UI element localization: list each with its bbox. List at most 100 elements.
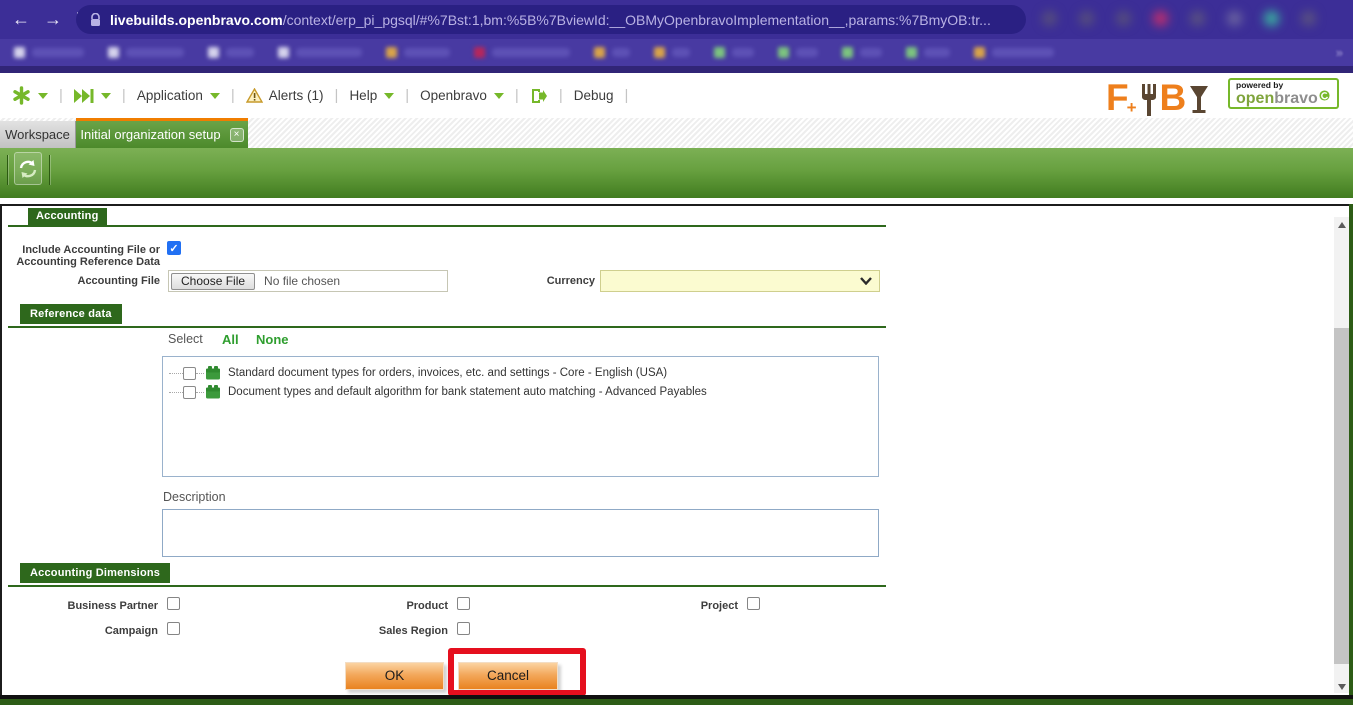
- currency-select[interactable]: [600, 270, 880, 292]
- bookmark-favicon: [654, 47, 665, 58]
- chevron-down-icon: [860, 277, 872, 285]
- section-header-accounting-dimensions: Accounting Dimensions: [20, 563, 170, 583]
- fnb-company-logo: F+ B: [1106, 74, 1209, 116]
- cancel-button[interactable]: Cancel: [458, 662, 558, 690]
- tree-item-label: Document types and default algorithm for…: [228, 386, 707, 398]
- project-checkbox[interactable]: [747, 597, 760, 610]
- choose-file-button[interactable]: Choose File: [171, 273, 255, 290]
- browser-extension-icon-blurred[interactable]: [1190, 11, 1205, 26]
- browser-extension-icon-blurred[interactable]: [1301, 11, 1316, 26]
- campaign-label: Campaign: [0, 625, 158, 637]
- bookmark-item-blurred[interactable]: [108, 47, 184, 58]
- bookmark-item-blurred[interactable]: [594, 47, 630, 58]
- scrollbar-up-arrow-icon[interactable]: [1338, 222, 1346, 228]
- description-textarea[interactable]: [162, 509, 879, 557]
- brand-bravo: bravo: [1274, 90, 1318, 107]
- product-checkbox[interactable]: [457, 597, 470, 610]
- accounting-file-label: Accounting File: [0, 275, 160, 287]
- bookmark-item-blurred[interactable]: [474, 47, 570, 58]
- panel-border: [0, 204, 1353, 206]
- bookmark-favicon: [714, 47, 725, 58]
- bookmark-title-blurred: [126, 48, 184, 57]
- vertical-scrollbar-thumb[interactable]: [1334, 328, 1349, 664]
- help-menu-label: Help: [349, 88, 377, 103]
- select-label: Select: [168, 332, 203, 346]
- logout-button[interactable]: [530, 88, 548, 104]
- browser-extension-icon-blurred[interactable]: [1264, 11, 1279, 26]
- debug-menu[interactable]: Debug: [574, 88, 614, 103]
- powered-by-label: powered by: [1236, 81, 1331, 90]
- scrollbar-down-arrow-icon[interactable]: [1338, 684, 1346, 690]
- openbravo-swirl-icon: [1319, 90, 1330, 101]
- sales-region-checkbox[interactable]: [457, 622, 470, 635]
- bookmark-favicon: [778, 47, 789, 58]
- bookmark-item-blurred[interactable]: [714, 47, 754, 58]
- tab-close-icon[interactable]: ×: [230, 128, 244, 142]
- tree-item: Standard document types for orders, invo…: [169, 365, 667, 381]
- browser-chrome-bar: ← → ↻ livebuilds.openbravo.com/context/e…: [0, 0, 1353, 39]
- select-all-link[interactable]: All: [222, 332, 239, 347]
- skip-forward-menu-button[interactable]: [74, 89, 111, 103]
- bookmark-item-blurred[interactable]: [278, 47, 362, 58]
- tree-item-checkbox[interactable]: [183, 386, 196, 399]
- sales-region-label: Sales Region: [290, 625, 448, 637]
- openbravo-menu-label: Openbravo: [420, 88, 487, 103]
- browser-back-icon[interactable]: ←: [12, 9, 30, 30]
- bookmark-title-blurred: [492, 48, 570, 57]
- application-menu[interactable]: Application: [137, 88, 220, 103]
- browser-extension-icon-blurred[interactable]: [1153, 11, 1168, 26]
- bookmark-title-blurred: [32, 48, 84, 57]
- bookmark-title-blurred: [732, 48, 754, 57]
- accounting-file-input[interactable]: Choose File No file chosen: [168, 270, 448, 292]
- refresh-button[interactable]: [14, 152, 42, 185]
- bookmark-item-blurred[interactable]: [14, 47, 84, 58]
- openbravo-menu[interactable]: Openbravo: [420, 88, 504, 103]
- tab-initial-organization-setup[interactable]: Initial organization setup ×: [76, 118, 248, 148]
- bookmark-item-blurred[interactable]: [386, 47, 450, 58]
- ok-button[interactable]: OK: [345, 662, 444, 690]
- window-toolbar: [0, 148, 1353, 198]
- bookmark-favicon: [474, 47, 485, 58]
- project-label: Project: [580, 600, 738, 612]
- alerts-menu-label: Alerts (1): [269, 88, 324, 103]
- tree-item-checkbox[interactable]: [183, 367, 196, 380]
- logo-letter-b: B: [1160, 80, 1187, 116]
- alerts-menu[interactable]: Alerts (1): [246, 88, 324, 103]
- bookmark-title-blurred: [226, 48, 254, 57]
- business-partner-checkbox[interactable]: [167, 597, 180, 610]
- include-accounting-checkbox[interactable]: ✓: [167, 241, 181, 255]
- chevron-down-icon: [384, 93, 394, 99]
- browser-forward-icon[interactable]: →: [44, 9, 62, 30]
- bookmark-favicon: [594, 47, 605, 58]
- browser-extension-icon-blurred[interactable]: [1079, 11, 1094, 26]
- browser-extension-icon-blurred[interactable]: [1227, 11, 1242, 26]
- help-menu[interactable]: Help: [349, 88, 394, 103]
- browser-extension-icon-blurred[interactable]: [1042, 11, 1057, 26]
- application-menu-label: Application: [137, 88, 203, 103]
- bookmarks-bar: »: [0, 39, 1353, 73]
- bookmark-title-blurred: [404, 48, 450, 57]
- campaign-checkbox[interactable]: [167, 622, 180, 635]
- bookmark-item-blurred[interactable]: [906, 47, 950, 58]
- bookmark-title-blurred: [612, 48, 630, 57]
- bookmark-item-blurred[interactable]: [842, 47, 882, 58]
- bookmark-favicon: [108, 47, 119, 58]
- tab-workspace[interactable]: Workspace: [0, 121, 76, 148]
- bookmark-item-blurred[interactable]: [974, 47, 1054, 58]
- bookmark-item-blurred[interactable]: [208, 47, 254, 58]
- chevron-down-icon: [101, 93, 111, 99]
- panel-border: [0, 204, 2, 699]
- select-none-link[interactable]: None: [256, 332, 289, 347]
- browser-extension-icons-blurred: [1042, 11, 1316, 26]
- bookmarks-overflow-icon[interactable]: »: [1336, 45, 1343, 60]
- chevron-down-icon: [38, 93, 48, 99]
- bookmark-item-blurred[interactable]: [778, 47, 818, 58]
- workspace-menu-button[interactable]: [12, 86, 48, 105]
- address-bar[interactable]: livebuilds.openbravo.com/context/erp_pi_…: [76, 5, 1026, 34]
- bookmark-item-blurred[interactable]: [654, 47, 690, 58]
- screen: ← → ↻ livebuilds.openbravo.com/context/e…: [0, 0, 1353, 705]
- skip-forward-icon: [74, 89, 94, 103]
- include-accounting-label: Include Accounting File or Accounting Re…: [0, 244, 160, 268]
- browser-extension-icon-blurred[interactable]: [1116, 11, 1131, 26]
- section-divider: [8, 326, 886, 328]
